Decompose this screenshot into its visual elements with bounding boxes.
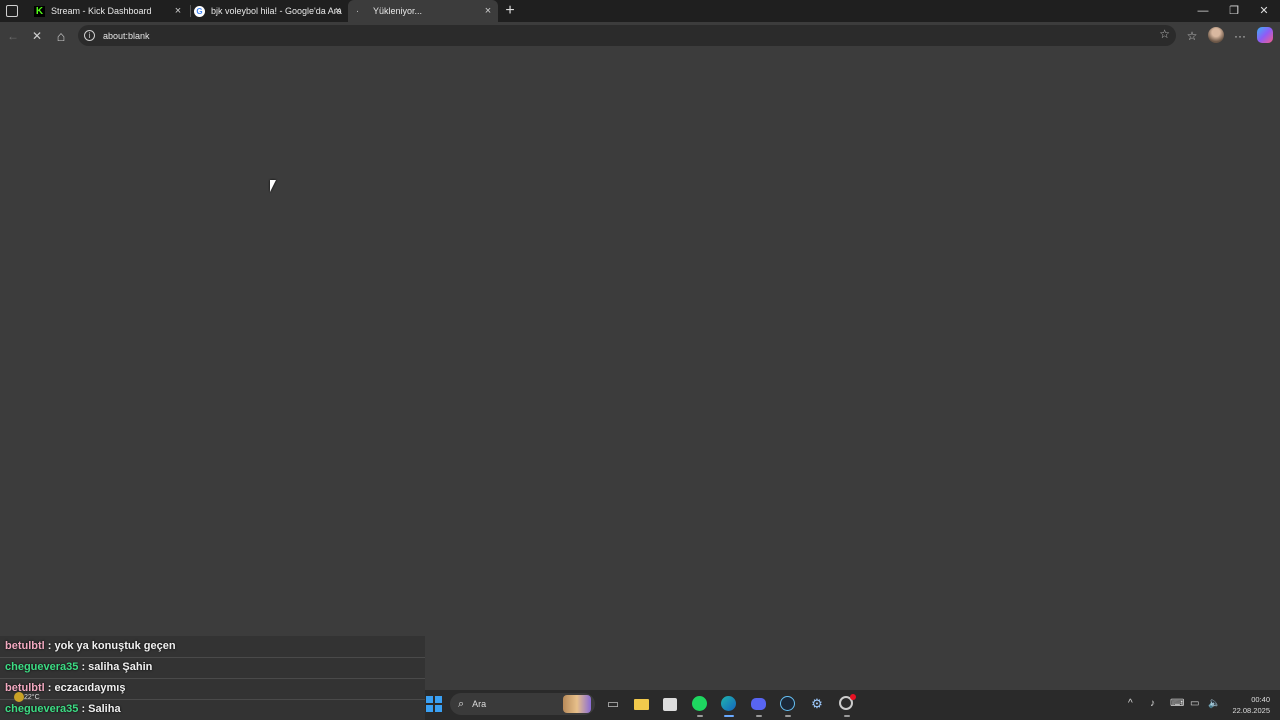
minimize-button[interactable]: — [1188,2,1218,20]
settings-icon[interactable]: ⚙ [809,696,825,712]
chat-text: yok ya konuştuk geçen [54,640,176,652]
mouse-cursor-icon [270,180,282,192]
loading-icon: · [355,5,360,17]
home-button[interactable]: ⌂ [51,26,71,46]
steam-icon[interactable] [780,696,796,717]
restore-button[interactable]: ❐ [1219,2,1249,20]
tab-actions-icon[interactable] [6,5,18,17]
tab-label: Stream - Kick Dashboard [51,6,152,16]
system-clock[interactable]: 00:40 22.08.2025 [1226,694,1270,716]
address-bar[interactable]: i about:blank ☆ [78,25,1176,46]
search-icon: ⌕ [458,697,465,710]
profile-avatar[interactable] [1208,27,1224,43]
tab-label: bjk voleybol hila! - Google'da Ara [211,6,342,16]
tab-label: Yükleniyor... [373,6,423,16]
clock-date: 22.08.2025 [1232,706,1270,715]
close-tab-icon[interactable]: × [482,5,494,17]
tab-kick-dashboard[interactable]: K Stream - Kick Dashboard × [30,0,188,22]
google-logo-icon: G [194,5,205,17]
back-button[interactable]: ← [3,26,23,46]
favorites-icon[interactable]: ☆ [1182,26,1202,46]
kick-logo-icon: K [34,5,45,17]
address-input[interactable]: about:blank [103,31,150,41]
copilot-icon[interactable] [1257,27,1273,43]
volume-icon[interactable]: 🔈 [1208,698,1220,709]
close-tab-icon[interactable]: × [332,5,344,17]
chat-username: cheguevera35 [5,703,79,715]
search-highlight-image [563,695,591,713]
sound-icon[interactable]: ♪ [1150,698,1155,709]
close-window-button[interactable]: ✕ [1249,2,1279,20]
chat-message: cheguevera35 : saliha Şahin [5,661,153,673]
task-view-icon[interactable]: ▭ [605,696,621,712]
start-button[interactable] [426,696,442,712]
edge-icon[interactable] [721,696,737,717]
file-explorer-icon[interactable] [634,696,650,712]
chat-username: cheguevera35 [5,661,79,673]
tray-overflow-chevron[interactable]: ^ [1128,698,1133,709]
browser-toolbar: ← ✕ ⌂ i about:blank ☆ ☆ ··· [0,22,1280,49]
network-icon[interactable]: ▭ [1190,698,1199,709]
chat-text: eczacıdaymış [54,682,126,694]
favorite-star-icon[interactable]: ☆ [1159,27,1170,41]
search-placeholder: Ara [472,699,487,709]
spotify-icon[interactable] [692,696,708,717]
site-info-icon[interactable]: i [84,30,95,41]
page-content [0,49,1280,720]
chat-message: betulbtl : eczacıdaymış [5,682,126,694]
app-icon[interactable] [839,694,856,717]
chat-text: Saliha [88,703,121,715]
stream-chat-overlay: betulbtl : yok ya konuştuk geçen cheguev… [0,636,425,720]
tab-google-search[interactable]: G bjk voleybol hila! - Google'da Ara × [190,0,348,22]
stop-loading-button[interactable]: ✕ [27,26,47,46]
chat-username: betulbtl [5,640,45,652]
tab-loading[interactable]: · Yükleniyor... × [348,0,498,22]
chat-message: cheguevera35 : Saliha [5,703,121,715]
keyboard-icon[interactable]: ⌨ [1170,698,1184,709]
clock-time: 00:40 [1251,695,1270,704]
weather-icon[interactable] [14,692,24,702]
discord-icon[interactable] [751,696,767,717]
weather-temperature[interactable]: 22°C [24,694,40,701]
tab-bar: K Stream - Kick Dashboard × G bjk voleyb… [0,0,1280,22]
chat-text: saliha Şahin [88,661,153,673]
taskbar-search[interactable]: ⌕ Ara [450,693,595,715]
new-tab-button[interactable]: + [501,2,519,20]
chat-username: betulbtl [5,682,45,694]
settings-menu-button[interactable]: ··· [1230,26,1250,46]
store-icon[interactable] [663,696,679,712]
chat-message: betulbtl : yok ya konuştuk geçen [5,640,176,652]
close-tab-icon[interactable]: × [172,5,184,17]
